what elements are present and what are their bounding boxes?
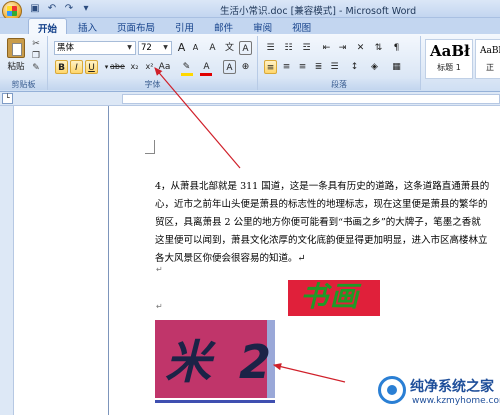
copy-icon[interactable]: ❐: [30, 51, 42, 61]
watermark-title: 纯净系统之家: [410, 379, 494, 395]
superscript-button[interactable]: x²: [143, 60, 156, 74]
italic-button[interactable]: I: [70, 60, 83, 74]
line-spacing-icon[interactable]: ↕: [348, 60, 361, 74]
font-name-value: 黑体: [57, 43, 75, 53]
justify-icon[interactable]: ≣: [312, 60, 325, 74]
style-heading1[interactable]: AaBł 标题 1: [425, 39, 473, 79]
align-center-icon[interactable]: ≡: [280, 60, 293, 74]
style-preview: AaBł: [430, 42, 470, 60]
style-name: 标题 1: [437, 63, 461, 72]
underline-button[interactable]: U: [85, 60, 98, 74]
cut-icon[interactable]: ✂: [30, 39, 42, 49]
chinese-layout-icon[interactable]: ✕: [354, 41, 367, 55]
font-size-value: 72: [141, 43, 152, 53]
shufa-wordart[interactable]: 书画: [300, 275, 360, 315]
undo-icon[interactable]: ↶: [45, 2, 59, 15]
page-margin: [14, 106, 108, 415]
paragraph-group: ☰ ☷ ☲ ⇤ ⇥ ✕ ⇅ ¶ ≡ ≡ ≡ ≣ ☰ ↕ ◈ ▦ 段落: [258, 36, 421, 90]
tab-selector-icon[interactable]: └: [2, 93, 13, 104]
text-underline-bar: [155, 400, 275, 403]
font-group: 黑体 ▼ 72 ▼ A A A 文 A B I U ▾ abe x₂ x² Aa…: [48, 36, 258, 90]
doc-text-line[interactable]: 4，从萧县北部就是 311 国道，这是一条具有历史的道路，这条道路直通萧县的: [155, 178, 489, 192]
tab-review[interactable]: 审阅: [244, 18, 281, 34]
style-normal[interactable]: AaBbC 正: [475, 39, 500, 79]
char-shading-button[interactable]: A: [223, 60, 236, 74]
ribbon-tabs: 开始 插入 页面布局 引用 邮件 审阅 视图: [0, 18, 500, 35]
watermark-url: www.kzmyhome.com: [412, 396, 500, 406]
borders-icon[interactable]: ▦: [390, 60, 403, 74]
shading-icon[interactable]: ◈: [368, 60, 381, 74]
title-bar: ▣ ↶ ↷ ▾ 生活小常识.doc [兼容模式] - Microsoft Wor…: [0, 0, 500, 21]
text-highlight-icon[interactable]: ✎: [180, 60, 193, 74]
numbering-icon[interactable]: ☷: [282, 41, 295, 55]
horizontal-ruler[interactable]: [122, 94, 500, 104]
save-icon[interactable]: ▣: [28, 2, 42, 15]
distribute-icon[interactable]: ☰: [328, 60, 341, 74]
selected-large-text[interactable]: 米 2: [165, 326, 277, 392]
quick-access-toolbar: ▣ ↶ ↷ ▾: [28, 2, 93, 15]
enclose-char-button[interactable]: ⊕: [239, 60, 252, 74]
font-size-combo[interactable]: 72 ▼: [138, 41, 172, 55]
doc-text-line[interactable]: 各大风景区你便会很容易的知道。↵: [155, 250, 305, 264]
font-color-button[interactable]: A: [200, 60, 213, 74]
vertical-ruler[interactable]: [0, 106, 14, 415]
site-watermark: 纯净系统之家 www.kzmyhome.com: [378, 372, 500, 415]
grow-font-button[interactable]: A: [175, 41, 188, 55]
tab-home[interactable]: 开始: [28, 18, 68, 35]
styles-group: AaBł 标题 1 AaBbC 正: [421, 36, 500, 90]
clear-formatting-button[interactable]: A: [206, 41, 219, 55]
paragraph-mark: ↵: [156, 265, 163, 274]
paste-button[interactable]: 粘贴: [4, 38, 28, 78]
highlight-color-bar: [181, 73, 193, 76]
paste-label: 粘贴: [7, 62, 25, 72]
redo-icon[interactable]: ↷: [62, 2, 76, 15]
ribbon: 粘贴 ✂ ❐ ✎ 剪贴板 黑体 ▼ 72 ▼ A A A 文 A B I U ▾…: [0, 34, 500, 92]
show-marks-icon[interactable]: ¶: [390, 41, 403, 55]
decrease-indent-icon[interactable]: ⇤: [320, 41, 333, 55]
font-group-label: 字体: [48, 79, 257, 90]
doc-text-line[interactable]: 贸区，具离萧县 2 公里的地方你便可能看到“书画之乡”的大牌子，笔墨之香就: [155, 214, 481, 228]
format-painter-icon[interactable]: ✎: [30, 63, 42, 73]
paragraph-group-label: 段落: [258, 79, 420, 90]
tab-page-layout[interactable]: 页面布局: [108, 18, 164, 34]
clipboard-group: 粘贴 ✂ ❐ ✎ 剪贴板: [0, 36, 48, 90]
strikethrough-button[interactable]: abe: [110, 60, 125, 74]
font-color-bar: [200, 73, 212, 76]
tab-mailings[interactable]: 邮件: [205, 18, 242, 34]
doc-text-line[interactable]: 心，近市之前年山头便是萧县的标志性的地理标志，现在这里便是萧县的繁华的: [155, 196, 488, 210]
align-left-icon[interactable]: ≡: [264, 60, 277, 74]
phonetic-guide-button[interactable]: 文: [223, 41, 236, 55]
window-title: 生活小常识.doc [兼容模式] - Microsoft Word: [220, 6, 417, 17]
multilevel-list-icon[interactable]: ☲: [300, 41, 313, 55]
ruler-row: └: [0, 92, 500, 106]
chevron-down-icon: ▼: [127, 44, 132, 51]
tab-view[interactable]: 视图: [283, 18, 320, 34]
font-name-combo[interactable]: 黑体 ▼: [54, 41, 136, 55]
align-right-icon[interactable]: ≡: [296, 60, 309, 74]
change-case-button[interactable]: Aa: [158, 60, 171, 74]
chevron-down-icon: ▼: [163, 44, 168, 51]
paste-icon: [7, 38, 25, 58]
subscript-button[interactable]: x₂: [128, 60, 141, 74]
increase-indent-icon[interactable]: ⇥: [336, 41, 349, 55]
style-name: 正: [486, 63, 494, 72]
style-preview: AaBbC: [480, 46, 500, 56]
bullets-icon[interactable]: ☰: [264, 41, 277, 55]
doc-text-line[interactable]: 这里便可以闻到，萧县文化浓厚的文化底韵便显得更加明显，进入市区高楼林立: [155, 232, 488, 246]
char-border-button[interactable]: A: [239, 41, 252, 55]
margin-corner-mark: [145, 140, 155, 154]
sort-icon[interactable]: ⇅: [372, 41, 385, 55]
tab-references[interactable]: 引用: [166, 18, 203, 34]
tab-insert[interactable]: 插入: [69, 18, 106, 34]
qat-dropdown-icon[interactable]: ▾: [79, 2, 93, 15]
clipboard-group-label: 剪贴板: [0, 79, 47, 90]
watermark-logo-icon: [378, 376, 406, 404]
shrink-font-button[interactable]: A: [189, 41, 202, 55]
paragraph-mark: ↵: [156, 302, 163, 311]
bold-button[interactable]: B: [55, 60, 68, 74]
office-logo-icon: [7, 6, 17, 16]
